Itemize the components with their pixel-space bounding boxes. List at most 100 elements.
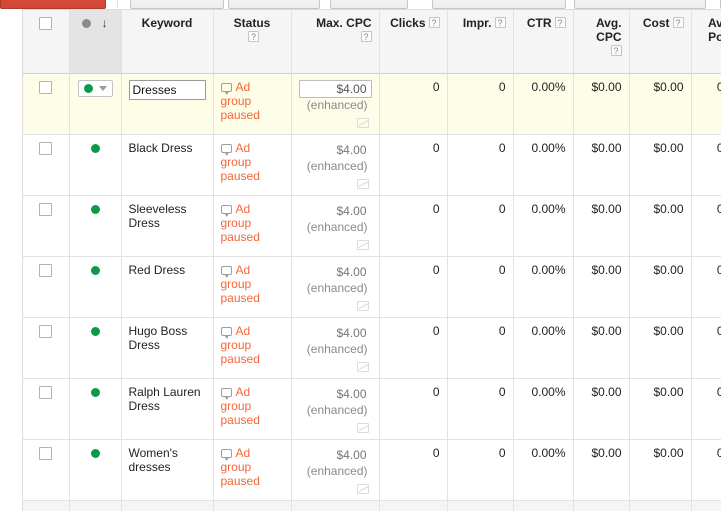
status-cell[interactable]: Ad group paused	[213, 317, 291, 378]
row-checkbox-cell[interactable]	[23, 317, 69, 378]
keyword-cell[interactable]: Black Dress	[121, 134, 213, 195]
keyword-cell[interactable]: Sleeveless Dress	[121, 195, 213, 256]
header-status-label: Status	[221, 16, 284, 30]
max-cpc-cell[interactable]: $4.00(enhanced)	[291, 195, 379, 256]
keyword-cell[interactable]: Ralph Lauren Dress	[121, 378, 213, 439]
table-row[interactable]: Ralph Lauren DressAd group paused$4.00(e…	[23, 378, 721, 439]
bid-chart-icon[interactable]	[357, 240, 369, 250]
header-cost[interactable]: Cost?	[629, 10, 691, 73]
row-state-cell[interactable]	[69, 256, 121, 317]
impr-cell: 0	[447, 256, 513, 317]
table-row[interactable]: Women's dressesAd group paused$4.00(enha…	[23, 439, 721, 500]
keyword-input[interactable]	[129, 80, 206, 100]
header-max-cpc[interactable]: Max. CPC ?	[291, 10, 379, 73]
clicks-help-icon[interactable]: ?	[429, 17, 440, 28]
max-cpc-cell[interactable]: $4.00(enhanced)	[291, 134, 379, 195]
max-cpc-cell[interactable]: $4.00(enhanced)	[291, 256, 379, 317]
row-state-cell[interactable]	[69, 73, 121, 134]
header-state-sort[interactable]: ↓	[69, 10, 121, 73]
chevron-down-icon[interactable]	[99, 86, 107, 91]
row-state-cell[interactable]	[69, 378, 121, 439]
toolbar-button-4[interactable]	[330, 0, 408, 9]
toolbar-button-5[interactable]	[432, 0, 566, 9]
bid-chart-icon[interactable]	[357, 301, 369, 311]
header-clicks[interactable]: Clicks?	[379, 10, 447, 73]
header-impr[interactable]: Impr.?	[447, 10, 513, 73]
avg-cpc-cell: $0.00	[573, 73, 629, 134]
ctr-cell: 0.00%	[513, 439, 573, 500]
max-cpc-cell[interactable]: $4.00(enhanced)	[291, 317, 379, 378]
keywords-table-scroll[interactable]: ↓ Keyword Status? Max. CPC ? Clicks?	[22, 9, 721, 511]
row-state-cell[interactable]	[69, 439, 121, 500]
avg-cpc-help-icon[interactable]: ?	[611, 45, 622, 56]
keyword-cell[interactable]: Hugo Boss Dress	[121, 317, 213, 378]
keyword-cell[interactable]: Women's dresses	[121, 439, 213, 500]
max-cpc-cell[interactable]: $4.00(enhanced)	[291, 439, 379, 500]
cost-cell: $0.00	[629, 195, 691, 256]
row-checkbox-cell[interactable]	[23, 439, 69, 500]
bid-chart-icon[interactable]	[357, 118, 369, 128]
status-cell[interactable]: Ad group paused	[213, 195, 291, 256]
ctr-cell: 0.00%	[513, 378, 573, 439]
header-ctr[interactable]: CTR?	[513, 10, 573, 73]
row-checkbox[interactable]	[39, 81, 52, 94]
row-checkbox[interactable]	[39, 386, 52, 399]
toolbar-button-3[interactable]	[228, 0, 320, 9]
cost-cell: $0.00	[629, 256, 691, 317]
max-cpc-cell[interactable]: $4.00(enhanced)	[291, 378, 379, 439]
keyword-cell[interactable]: Red Dress	[121, 256, 213, 317]
row-checkbox[interactable]	[39, 325, 52, 338]
max-cpc-value: $4.00	[299, 141, 372, 159]
primary-action-button[interactable]	[0, 0, 106, 9]
toolbar-separator	[117, 0, 118, 8]
impr-cell: 0	[447, 73, 513, 134]
keyword-cell[interactable]	[121, 73, 213, 134]
max-cpc-help-icon[interactable]: ?	[361, 31, 372, 42]
row-checkbox-cell[interactable]	[23, 256, 69, 317]
toolbar-button-2[interactable]	[130, 0, 224, 9]
max-cpc-input[interactable]: $4.00	[299, 80, 372, 98]
header-status[interactable]: Status?	[213, 10, 291, 73]
ctr-help-icon[interactable]: ?	[555, 17, 566, 28]
bid-chart-icon[interactable]	[357, 362, 369, 372]
header-avg-pos[interactable]: Avg. Pos. ?	[691, 10, 721, 73]
row-checkbox-cell[interactable]	[23, 134, 69, 195]
status-cell[interactable]: Ad group paused	[213, 134, 291, 195]
state-dropdown[interactable]	[78, 80, 113, 97]
status-cell[interactable]: Ad group paused	[213, 256, 291, 317]
row-checkbox-cell[interactable]	[23, 195, 69, 256]
toolbar-button-6[interactable]	[574, 0, 706, 9]
row-checkbox-cell[interactable]	[23, 378, 69, 439]
header-select-all[interactable]	[23, 10, 69, 73]
row-checkbox-cell[interactable]	[23, 73, 69, 134]
status-help-icon[interactable]: ?	[248, 31, 259, 42]
bid-chart-icon[interactable]	[357, 423, 369, 433]
partial-cell	[121, 500, 213, 511]
header-keyword[interactable]: Keyword	[121, 10, 213, 73]
row-checkbox[interactable]	[39, 142, 52, 155]
impr-help-icon[interactable]: ?	[495, 17, 506, 28]
table-row[interactable]: Sleeveless DressAd group paused$4.00(enh…	[23, 195, 721, 256]
row-state-cell[interactable]	[69, 195, 121, 256]
row-checkbox[interactable]	[39, 203, 52, 216]
row-state-cell[interactable]	[69, 134, 121, 195]
avg-pos-cell: 0.0	[691, 256, 721, 317]
header-avg-cpc[interactable]: Avg. CPC ?	[573, 10, 629, 73]
table-row[interactable]: Hugo Boss DressAd group paused$4.00(enha…	[23, 317, 721, 378]
table-row[interactable]: Red DressAd group paused$4.00(enhanced) 0…	[23, 256, 721, 317]
status-cell[interactable]: Ad group paused	[213, 439, 291, 500]
status-cell[interactable]: Ad group paused	[213, 73, 291, 134]
bid-chart-icon[interactable]	[357, 484, 369, 494]
row-checkbox[interactable]	[39, 447, 52, 460]
status-cell[interactable]: Ad group paused	[213, 378, 291, 439]
table-row[interactable]: Ad group paused$4.00(enhanced)000.00%$0.…	[23, 73, 721, 134]
max-cpc-value: $4.00	[299, 202, 372, 220]
select-all-checkbox[interactable]	[39, 17, 52, 30]
row-checkbox[interactable]	[39, 264, 52, 277]
max-cpc-cell[interactable]: $4.00(enhanced)	[291, 73, 379, 134]
sort-descending-icon[interactable]: ↓	[102, 19, 108, 28]
row-state-cell[interactable]	[69, 317, 121, 378]
cost-help-icon[interactable]: ?	[673, 17, 684, 28]
table-row[interactable]: Black DressAd group paused$4.00(enhanced…	[23, 134, 721, 195]
bid-chart-icon[interactable]	[357, 179, 369, 189]
